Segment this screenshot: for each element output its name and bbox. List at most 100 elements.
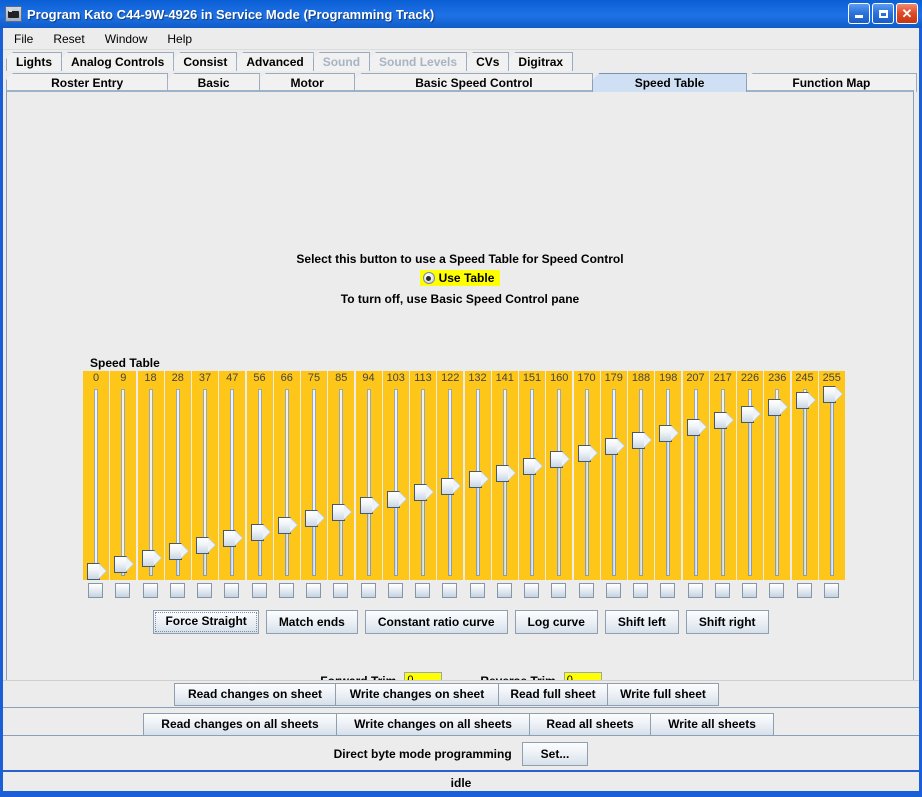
speed-step-checkbox[interactable] [88, 583, 103, 598]
speed-step-slider[interactable] [274, 385, 300, 580]
shift-left-button[interactable]: Shift left [605, 610, 679, 634]
write-full-sheet-button[interactable]: Write full sheet [607, 683, 719, 706]
speed-step-checkbox[interactable] [279, 583, 294, 598]
read-changes-on-sheet-button[interactable]: Read changes on sheet [174, 683, 336, 706]
speed-step-slider[interactable] [437, 385, 463, 580]
tab-cvs[interactable]: CVs [466, 52, 509, 71]
speed-step-checkbox[interactable] [633, 583, 648, 598]
slider-thumb[interactable] [823, 386, 843, 403]
slider-thumb[interactable] [796, 392, 816, 409]
force-straight-button[interactable]: Force Straight [153, 610, 258, 634]
speed-step-checkbox[interactable] [442, 583, 457, 598]
speed-step-slider[interactable] [192, 385, 218, 580]
set-button[interactable]: Set... [522, 742, 589, 766]
speed-step-checkbox[interactable] [497, 583, 512, 598]
speed-step-checkbox[interactable] [606, 583, 621, 598]
speed-step-slider[interactable] [328, 385, 354, 580]
speed-step-checkbox[interactable] [470, 583, 485, 598]
slider-thumb[interactable] [768, 399, 788, 416]
speed-step-slider[interactable] [356, 385, 382, 580]
speed-step-checkbox[interactable] [115, 583, 130, 598]
speed-step-checkbox[interactable] [143, 583, 158, 598]
slider-thumb[interactable] [496, 465, 516, 482]
shift-right-button[interactable]: Shift right [686, 610, 769, 634]
speed-step-slider[interactable] [465, 385, 491, 580]
slider-track[interactable] [94, 389, 98, 576]
constant-ratio-curve-button[interactable]: Constant ratio curve [365, 610, 508, 634]
speed-step-slider[interactable] [683, 385, 709, 580]
slider-thumb[interactable] [114, 556, 134, 573]
slider-thumb[interactable] [87, 563, 107, 580]
speed-step-checkbox[interactable] [769, 583, 784, 598]
speed-step-checkbox[interactable] [551, 583, 566, 598]
speed-step-slider[interactable] [110, 385, 136, 580]
menu-help[interactable]: Help [158, 30, 201, 48]
speed-step-slider[interactable] [574, 385, 600, 580]
speed-step-checkbox[interactable] [333, 583, 348, 598]
speed-step-slider[interactable] [710, 385, 736, 580]
read-full-sheet-button[interactable]: Read full sheet [498, 683, 608, 706]
slider-thumb[interactable] [632, 432, 652, 449]
slider-thumb[interactable] [578, 445, 598, 462]
speed-step-slider[interactable] [410, 385, 436, 580]
speed-step-slider[interactable] [764, 385, 790, 580]
speed-step-checkbox[interactable] [688, 583, 703, 598]
speed-step-slider[interactable] [546, 385, 572, 580]
speed-step-checkbox[interactable] [170, 583, 185, 598]
slider-thumb[interactable] [305, 510, 325, 527]
tab-advanced[interactable]: Advanced [236, 52, 313, 71]
write-changes-on-sheet-button[interactable]: Write changes on sheet [335, 683, 499, 706]
slider-thumb[interactable] [387, 491, 407, 508]
read-all-sheets-button[interactable]: Read all sheets [529, 713, 651, 736]
slider-thumb[interactable] [196, 537, 216, 554]
slider-thumb[interactable] [687, 419, 707, 436]
slider-thumb[interactable] [332, 504, 352, 521]
close-button[interactable]: ✕ [896, 3, 918, 24]
slider-thumb[interactable] [714, 412, 734, 429]
slider-thumb[interactable] [550, 451, 570, 468]
tab-digitrax[interactable]: Digitrax [508, 52, 573, 71]
speed-step-checkbox[interactable] [252, 583, 267, 598]
speed-step-checkbox[interactable] [524, 583, 539, 598]
slider-track[interactable] [121, 389, 125, 576]
speed-step-slider[interactable] [737, 385, 763, 580]
speed-step-slider[interactable] [492, 385, 518, 580]
slider-thumb[interactable] [605, 438, 625, 455]
tab-analog-controls[interactable]: Analog Controls [61, 52, 174, 71]
read-changes-on-all-sheets-button[interactable]: Read changes on all sheets [143, 713, 337, 736]
menu-file[interactable]: File [5, 30, 42, 48]
speed-step-slider[interactable] [83, 385, 109, 580]
speed-step-checkbox[interactable] [361, 583, 376, 598]
slider-thumb[interactable] [659, 425, 679, 442]
speed-step-slider[interactable] [628, 385, 654, 580]
speed-step-slider[interactable] [383, 385, 409, 580]
speed-step-checkbox[interactable] [415, 583, 430, 598]
slider-track[interactable] [149, 389, 153, 576]
slider-thumb[interactable] [469, 471, 489, 488]
tab-speed-table[interactable]: Speed Table [592, 73, 746, 92]
slider-thumb[interactable] [441, 478, 461, 495]
speed-step-checkbox[interactable] [797, 583, 812, 598]
speed-step-checkbox[interactable] [388, 583, 403, 598]
speed-step-slider[interactable] [655, 385, 681, 580]
slider-thumb[interactable] [278, 517, 298, 534]
speed-step-slider[interactable] [519, 385, 545, 580]
slider-thumb[interactable] [223, 530, 243, 547]
tab-consist[interactable]: Consist [173, 52, 237, 71]
slider-thumb[interactable] [142, 550, 162, 567]
speed-step-checkbox[interactable] [715, 583, 730, 598]
write-changes-on-all-sheets-button[interactable]: Write changes on all sheets [336, 713, 530, 736]
menu-reset[interactable]: Reset [44, 30, 93, 48]
speed-step-checkbox[interactable] [579, 583, 594, 598]
tab-lights[interactable]: Lights [6, 52, 62, 71]
speed-step-slider[interactable] [601, 385, 627, 580]
speed-step-checkbox[interactable] [306, 583, 321, 598]
speed-step-slider[interactable] [165, 385, 191, 580]
speed-step-slider[interactable] [301, 385, 327, 580]
match-ends-button[interactable]: Match ends [266, 610, 358, 634]
speed-step-checkbox[interactable] [197, 583, 212, 598]
speed-step-slider[interactable] [792, 385, 818, 580]
slider-thumb[interactable] [523, 458, 543, 475]
speed-step-checkbox[interactable] [224, 583, 239, 598]
speed-step-checkbox[interactable] [742, 583, 757, 598]
